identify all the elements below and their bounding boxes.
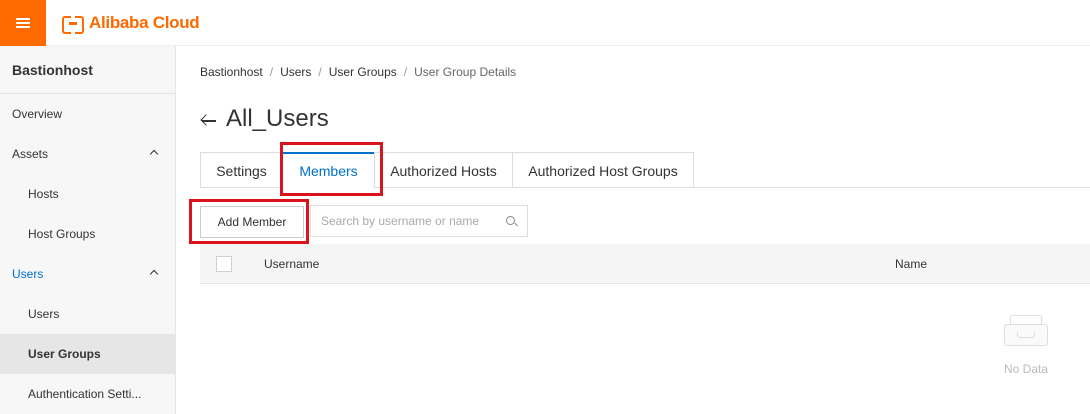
tab-members[interactable]: Members	[282, 152, 374, 188]
sidebar-item-authentication-settings[interactable]: Authentication Setti...	[0, 374, 175, 414]
menu-icon	[16, 18, 30, 28]
sidebar-item-label: Users	[28, 307, 60, 321]
page-header: All_Users	[200, 104, 329, 134]
search-box	[310, 205, 528, 237]
sidebar-item-overview[interactable]: Overview	[0, 94, 175, 134]
sidebar-item-host-groups[interactable]: Host Groups	[0, 214, 175, 254]
add-member-button[interactable]: Add Member	[200, 206, 304, 238]
tab-authorized-host-groups[interactable]: Authorized Host Groups	[512, 152, 694, 188]
empty-inbox-icon	[1004, 312, 1048, 348]
page-title: All_Users	[226, 105, 329, 132]
sidebar-item-label: Users	[12, 267, 44, 281]
sidebar-group-users[interactable]: Users	[0, 254, 175, 294]
breadcrumb-users[interactable]: Users	[280, 65, 311, 79]
empty-state-text: No Data	[1003, 362, 1049, 376]
brand-name: Alibaba Cloud	[89, 13, 200, 32]
chevron-up-icon	[149, 149, 159, 159]
search-icon[interactable]	[506, 216, 515, 225]
table-header: Username Name	[200, 244, 1090, 284]
select-all-checkbox[interactable]	[216, 256, 232, 272]
sidebar-item-label: Overview	[12, 107, 63, 121]
sidebar-item-label: Host Groups	[28, 227, 96, 241]
members-table: Username Name	[200, 244, 1090, 284]
sidebar-group-assets[interactable]: Assets	[0, 134, 175, 174]
alibaba-cloud-logo[interactable]: Alibaba Cloud	[62, 12, 200, 34]
sidebar-item-label: User Groups	[28, 347, 101, 361]
sidebar-item-user-groups[interactable]: User Groups	[0, 334, 175, 374]
sidebar-item-label: Assets	[12, 147, 49, 161]
hamburger-menu-button[interactable]	[0, 0, 46, 46]
main-content: Bastionhost / Users / User Groups / User…	[176, 46, 1090, 414]
sidebar-item-label: Authentication Setti...	[28, 387, 142, 401]
breadcrumb: Bastionhost / Users / User Groups / User…	[200, 65, 516, 79]
breadcrumb-user-groups[interactable]: User Groups	[329, 65, 397, 79]
chevron-up-icon	[149, 269, 159, 279]
column-header-name[interactable]: Name	[895, 257, 927, 271]
tab-settings[interactable]: Settings	[200, 152, 282, 188]
breadcrumb-bastionhost[interactable]: Bastionhost	[200, 65, 263, 79]
empty-state: No Data	[990, 312, 1062, 376]
sidebar: Bastionhost Overview Assets Hosts Host G…	[0, 46, 176, 414]
tab-authorized-hosts[interactable]: Authorized Hosts	[374, 152, 512, 188]
search-input[interactable]	[311, 206, 501, 236]
sidebar-item-hosts[interactable]: Hosts	[0, 174, 175, 214]
breadcrumb-separator: /	[318, 65, 322, 79]
alibaba-cloud-logo-icon	[62, 16, 84, 34]
sidebar-item-users[interactable]: Users	[0, 294, 175, 334]
breadcrumb-current: User Group Details	[414, 65, 517, 79]
sidebar-title: Bastionhost	[0, 46, 175, 94]
breadcrumb-separator: /	[269, 65, 274, 79]
top-bar: Alibaba Cloud	[0, 0, 1090, 46]
column-header-username[interactable]: Username	[264, 257, 319, 271]
tab-bar: Settings Members Authorized Hosts Author…	[200, 152, 1090, 188]
back-arrow-icon[interactable]	[200, 113, 218, 129]
breadcrumb-separator: /	[403, 65, 408, 79]
sidebar-item-label: Hosts	[28, 187, 59, 201]
